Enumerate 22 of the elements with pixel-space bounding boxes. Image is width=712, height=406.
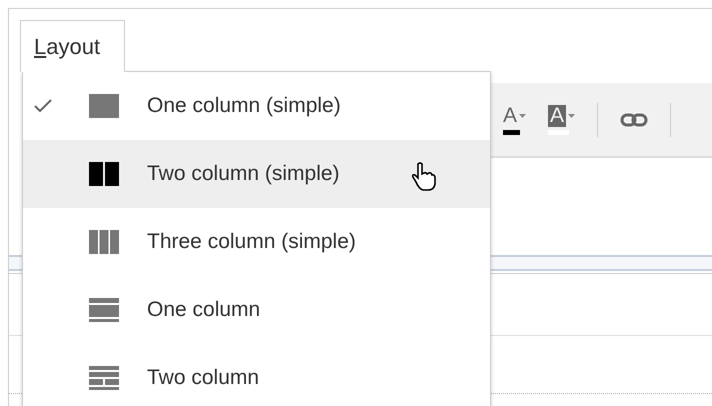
menu-item[interactable]: Three column (simple) [23, 208, 490, 276]
one-column-layout-icon [89, 94, 119, 118]
menu-item[interactable]: One column [23, 276, 490, 344]
two-column-layout-icon [89, 162, 119, 186]
hand-cursor-icon [411, 162, 437, 192]
menu-item[interactable]: One column (simple) [23, 72, 490, 140]
highlight-color-button[interactable]: A [548, 104, 576, 134]
menu-item-label: Three column (simple) [147, 230, 356, 254]
menu-item-label: Two column (simple) [147, 162, 340, 186]
dropdown-caret-icon [568, 114, 576, 118]
menu-item-label: One column [147, 298, 260, 322]
menu-item-label: One column (simple) [147, 94, 341, 118]
layout-menu-tab[interactable]: Layout [20, 20, 125, 72]
link-icon[interactable] [620, 112, 648, 126]
menu-item[interactable]: Two column (simple) [23, 140, 490, 208]
two-column-layout-icon [89, 366, 119, 390]
three-column-layout-icon [89, 230, 119, 254]
one-column-layout-icon [89, 298, 119, 322]
text-color-button[interactable]: A [503, 104, 526, 134]
menu-item-label: Two column [147, 366, 260, 390]
menu-item[interactable]: Two column [23, 344, 490, 406]
dropdown-caret-icon [519, 114, 526, 118]
